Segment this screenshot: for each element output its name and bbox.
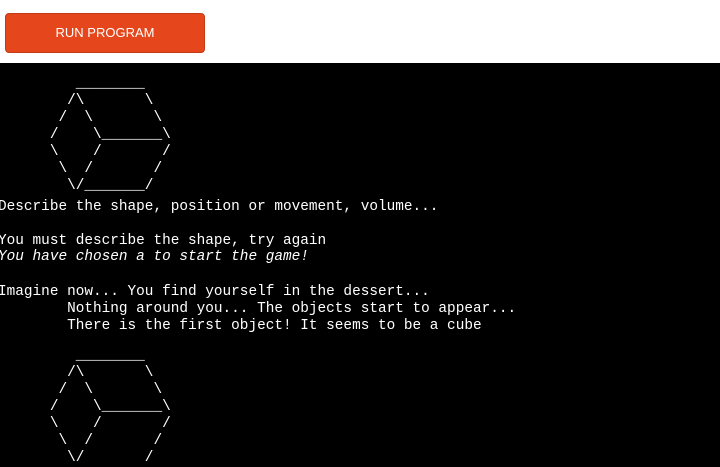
terminal-line: \ / / — [0, 161, 163, 177]
terminal-line: ________ — [0, 348, 145, 364]
terminal-line: Nothing around you... The objects start … — [0, 301, 517, 317]
run-program-button[interactable]: RUN PROGRAM — [5, 13, 205, 53]
terminal-line: You must describe the shape, try again — [0, 233, 327, 249]
terminal-line: \ / / — [0, 416, 171, 432]
terminal-line: \ / / — [0, 144, 171, 160]
terminal-line: There is the first object! It seems to b… — [0, 318, 482, 334]
terminal-line: / \ \ — [0, 110, 163, 126]
terminal-line: ________ — [0, 76, 145, 92]
toolbar: RUN PROGRAM — [0, 0, 720, 63]
terminal-line: Imagine now... You find yourself in the … — [0, 284, 430, 300]
terminal-line: /\ \ — [0, 93, 154, 109]
terminal-line: / \_______\ — [0, 399, 171, 415]
terminal-line: \/ / — [0, 450, 154, 466]
terminal-line: \/_______/ — [0, 178, 154, 194]
terminal-output[interactable]: ________ /\ \ / \ \ / \_______\ \ / / \ … — [0, 63, 720, 467]
terminal-line: /\ \ — [0, 365, 154, 381]
terminal-line: / \ \ — [0, 382, 163, 398]
terminal-line: / \_______\ — [0, 127, 171, 143]
terminal-line: Describe the shape, position or movement… — [0, 199, 439, 215]
terminal-line: \ / / — [0, 433, 163, 449]
terminal-line: You have chosen a to start the game! — [0, 249, 309, 265]
